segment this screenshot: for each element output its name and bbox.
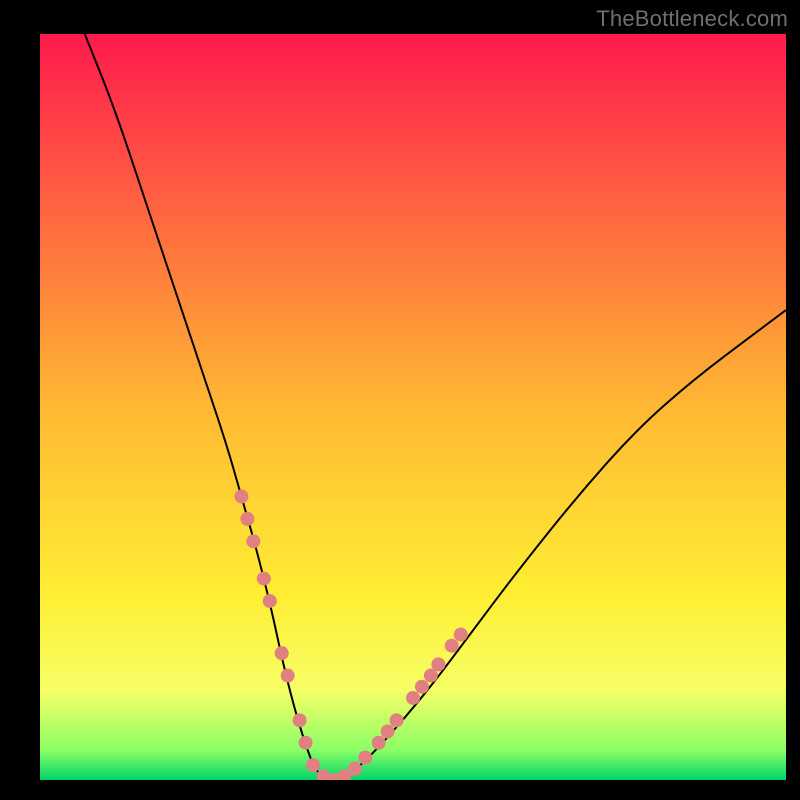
highlight-dot [299, 736, 313, 750]
highlight-dot [445, 639, 459, 653]
bottleneck-chart [40, 34, 786, 780]
highlight-dot [381, 725, 395, 739]
chart-frame: TheBottleneck.com [0, 0, 800, 800]
highlight-dot [454, 628, 468, 642]
highlight-dot [281, 669, 295, 683]
plot-area [40, 34, 786, 780]
highlight-dot [263, 594, 277, 608]
watermark-text: TheBottleneck.com [596, 6, 788, 32]
highlight-dot [390, 713, 404, 727]
highlight-dot [293, 713, 307, 727]
highlight-dot [372, 736, 386, 750]
highlight-dot [240, 512, 254, 526]
highlight-dot [257, 572, 271, 586]
highlight-dot [246, 534, 260, 548]
highlight-dot [275, 646, 289, 660]
highlight-dot [431, 657, 445, 671]
highlight-dot [406, 691, 420, 705]
highlight-dot [415, 680, 429, 694]
highlight-dot [358, 751, 372, 765]
highlight-dot [348, 762, 362, 776]
highlight-dot [306, 758, 320, 772]
highlight-dot [234, 490, 248, 504]
gradient-background [40, 34, 786, 780]
